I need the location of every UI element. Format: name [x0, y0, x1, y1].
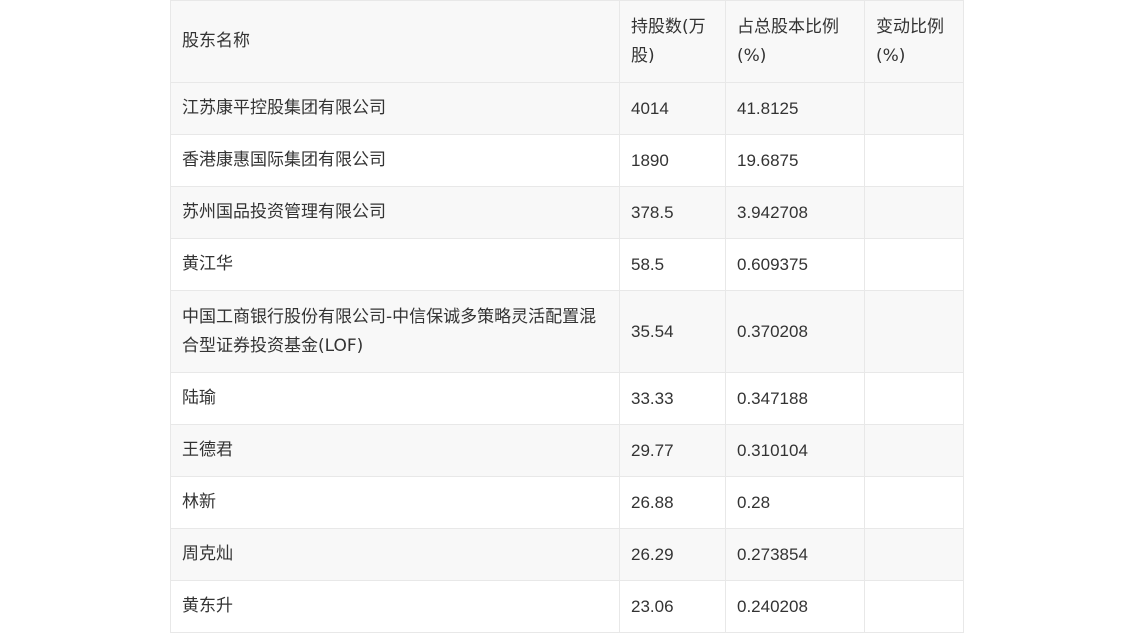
ratio-value: 41.8125 [725, 82, 865, 135]
shareholder-name: 苏州国品投资管理有限公司 [170, 186, 620, 239]
shares-value: 35.54 [619, 290, 726, 373]
table-row: 中国工商银行股份有限公司-中信保诚多策略灵活配置混合型证券投资基金(LOF) 3… [170, 290, 964, 373]
shareholder-name: 黄江华 [170, 238, 620, 291]
table-row: 黄东升 23.06 0.240208 [170, 580, 964, 633]
shares-value: 23.06 [619, 580, 726, 633]
header-row: 股东名称 持股数(万股) 占总股本比例(%) 变动比例(%) [170, 0, 964, 83]
table-row: 周克灿 26.29 0.273854 [170, 528, 964, 581]
shares-value: 26.29 [619, 528, 726, 581]
change-value [864, 82, 964, 135]
change-value [864, 424, 964, 477]
shareholder-name: 林新 [170, 476, 620, 529]
change-value [864, 290, 964, 373]
shareholder-name: 王德君 [170, 424, 620, 477]
table-row: 黄江华 58.5 0.609375 [170, 238, 964, 291]
ratio-value: 0.370208 [725, 290, 865, 373]
table-row: 陆瑜 33.33 0.347188 [170, 372, 964, 425]
shares-value: 1890 [619, 134, 726, 187]
header-shares: 持股数(万股) [619, 0, 726, 83]
header-change: 变动比例(%) [864, 0, 964, 83]
shareholder-name: 黄东升 [170, 580, 620, 633]
table-header: 股东名称 持股数(万股) 占总股本比例(%) 变动比例(%) [170, 0, 964, 83]
shares-value: 58.5 [619, 238, 726, 291]
ratio-value: 0.28 [725, 476, 865, 529]
table-row: 王德君 29.77 0.310104 [170, 424, 964, 477]
table-row: 香港康惠国际集团有限公司 1890 19.6875 [170, 134, 964, 187]
change-value [864, 134, 964, 187]
shareholder-name: 周克灿 [170, 528, 620, 581]
shareholder-table: 股东名称 持股数(万股) 占总股本比例(%) 变动比例(%) 江苏康平控股集团有… [170, 0, 964, 633]
shareholder-name: 江苏康平控股集团有限公司 [170, 82, 620, 135]
header-ratio: 占总股本比例(%) [725, 0, 865, 83]
change-value [864, 476, 964, 529]
table-body: 江苏康平控股集团有限公司 4014 41.8125 香港康惠国际集团有限公司 1… [170, 82, 964, 633]
table-row: 苏州国品投资管理有限公司 378.5 3.942708 [170, 186, 964, 239]
shares-value: 26.88 [619, 476, 726, 529]
change-value [864, 580, 964, 633]
ratio-value: 19.6875 [725, 134, 865, 187]
ratio-value: 0.273854 [725, 528, 865, 581]
shares-value: 33.33 [619, 372, 726, 425]
shareholder-name: 香港康惠国际集团有限公司 [170, 134, 620, 187]
change-value [864, 186, 964, 239]
shareholder-table-container: 股东名称 持股数(万股) 占总股本比例(%) 变动比例(%) 江苏康平控股集团有… [170, 0, 964, 633]
ratio-value: 0.240208 [725, 580, 865, 633]
change-value [864, 372, 964, 425]
ratio-value: 3.942708 [725, 186, 865, 239]
change-value [864, 528, 964, 581]
header-shareholder-name: 股东名称 [170, 0, 620, 83]
shareholder-name: 中国工商银行股份有限公司-中信保诚多策略灵活配置混合型证券投资基金(LOF) [170, 290, 620, 373]
table-row: 江苏康平控股集团有限公司 4014 41.8125 [170, 82, 964, 135]
change-value [864, 238, 964, 291]
table-row: 林新 26.88 0.28 [170, 476, 964, 529]
ratio-value: 0.347188 [725, 372, 865, 425]
ratio-value: 0.310104 [725, 424, 865, 477]
shares-value: 29.77 [619, 424, 726, 477]
shares-value: 4014 [619, 82, 726, 135]
shares-value: 378.5 [619, 186, 726, 239]
ratio-value: 0.609375 [725, 238, 865, 291]
shareholder-name: 陆瑜 [170, 372, 620, 425]
